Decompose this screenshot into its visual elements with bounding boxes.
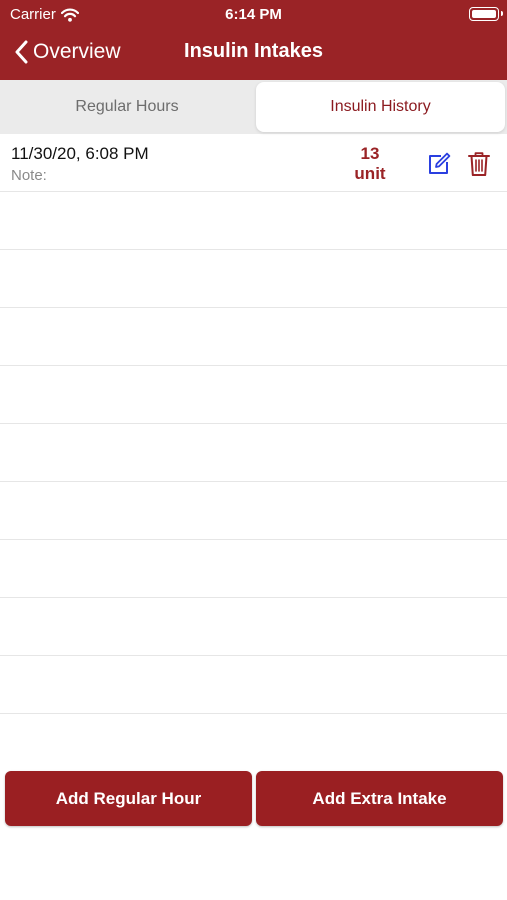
empty-row <box>0 540 507 598</box>
battery-icon <box>469 7 503 21</box>
edit-icon <box>429 152 451 174</box>
status-bar: Carrier 6:14 PM <box>0 0 507 28</box>
tab-regular-hours[interactable]: Regular Hours <box>2 82 252 132</box>
entry-note-label: Note: <box>11 167 47 184</box>
empty-row <box>0 656 507 714</box>
entry-datetime: 11/30/20, 6:08 PM <box>11 144 149 163</box>
entry-dose: 13 unit <box>340 144 400 184</box>
add-regular-hour-button[interactable]: Add Regular Hour <box>5 771 252 826</box>
empty-row <box>0 192 507 250</box>
empty-row <box>0 424 507 482</box>
edit-entry-button[interactable] <box>427 152 451 176</box>
entry-dose-amount: 13 <box>360 144 380 163</box>
entry-dose-unit: unit <box>354 164 386 183</box>
empty-row <box>0 482 507 540</box>
empty-row <box>0 598 507 656</box>
insulin-history-list: 11/30/20, 6:08 PM Note: 13 unit <box>0 134 507 714</box>
action-bar: Add Regular Hour Add Extra Intake <box>0 771 507 827</box>
segmented-control: Regular Hours Insulin History <box>0 80 507 134</box>
empty-row <box>0 308 507 366</box>
status-time: 6:14 PM <box>225 6 282 23</box>
page-title: Insulin Intakes <box>0 40 507 63</box>
list-item[interactable]: 11/30/20, 6:08 PM Note: 13 unit <box>0 134 507 192</box>
empty-row <box>0 366 507 424</box>
delete-entry-button[interactable] <box>468 151 490 177</box>
empty-row <box>0 250 507 308</box>
add-extra-intake-button[interactable]: Add Extra Intake <box>256 771 503 826</box>
trash-icon <box>468 152 490 176</box>
page-title-text: Insulin Intakes <box>184 40 323 62</box>
navigation-header: Carrier 6:14 PM Overview Insulin Intakes <box>0 0 507 80</box>
tab-insulin-history[interactable]: Insulin History <box>256 82 505 132</box>
